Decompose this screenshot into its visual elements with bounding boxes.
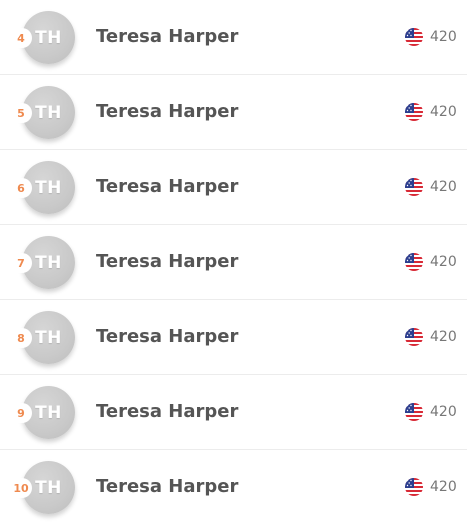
player-name: Teresa Harper xyxy=(96,176,239,197)
score: 420 xyxy=(430,104,457,120)
leaderboard-row[interactable]: TH 6 Teresa Harper 420 xyxy=(0,150,467,225)
player-name: Teresa Harper xyxy=(96,401,239,422)
player-name: Teresa Harper xyxy=(96,251,239,272)
leaderboard-row[interactable]: TH 7 Teresa Harper 420 xyxy=(0,225,467,300)
rank-badge: 10 xyxy=(10,478,32,498)
leaderboard-row[interactable]: TH 5 Teresa Harper 420 xyxy=(0,75,467,150)
us-flag-icon-graphic xyxy=(405,403,423,421)
player-name: Teresa Harper xyxy=(96,101,239,122)
player-name: Teresa Harper xyxy=(96,326,239,347)
us-flag-icon xyxy=(405,253,423,271)
us-flag-icon xyxy=(405,403,423,421)
leaderboard-row[interactable]: TH 10 Teresa Harper 420 xyxy=(0,450,467,525)
leaderboard-row[interactable]: TH 9 Teresa Harper 420 xyxy=(0,375,467,450)
leaderboard-row[interactable]: TH 4 Teresa Harper 420 xyxy=(0,0,467,75)
rank-badge: 6 xyxy=(10,178,32,198)
score: 420 xyxy=(430,29,457,45)
score: 420 xyxy=(430,479,457,495)
rank-badge: 8 xyxy=(10,328,32,348)
player-name: Teresa Harper xyxy=(96,476,239,497)
rank-badge: 9 xyxy=(10,403,32,423)
player-name: Teresa Harper xyxy=(96,26,239,47)
us-flag-icon xyxy=(405,178,423,196)
rank-badge: 7 xyxy=(10,253,32,273)
leaderboard-row[interactable]: TH 8 Teresa Harper 420 xyxy=(0,300,467,375)
us-flag-icon-graphic xyxy=(405,28,423,46)
score: 420 xyxy=(430,329,457,345)
us-flag-icon-graphic xyxy=(405,103,423,121)
us-flag-icon xyxy=(405,103,423,121)
us-flag-icon-graphic xyxy=(405,253,423,271)
us-flag-icon xyxy=(405,328,423,346)
score: 420 xyxy=(430,404,457,420)
rank-badge: 4 xyxy=(10,28,32,48)
us-flag-icon xyxy=(405,478,423,496)
us-flag-icon-graphic xyxy=(405,178,423,196)
us-flag-icon-graphic xyxy=(405,478,423,496)
us-flag-icon xyxy=(405,28,423,46)
score: 420 xyxy=(430,254,457,270)
leaderboard-list: TH 4 Teresa Harper 420 TH 5 Teresa Harpe… xyxy=(0,0,467,525)
us-flag-icon-graphic xyxy=(405,328,423,346)
rank-badge: 5 xyxy=(10,103,32,123)
score: 420 xyxy=(430,179,457,195)
